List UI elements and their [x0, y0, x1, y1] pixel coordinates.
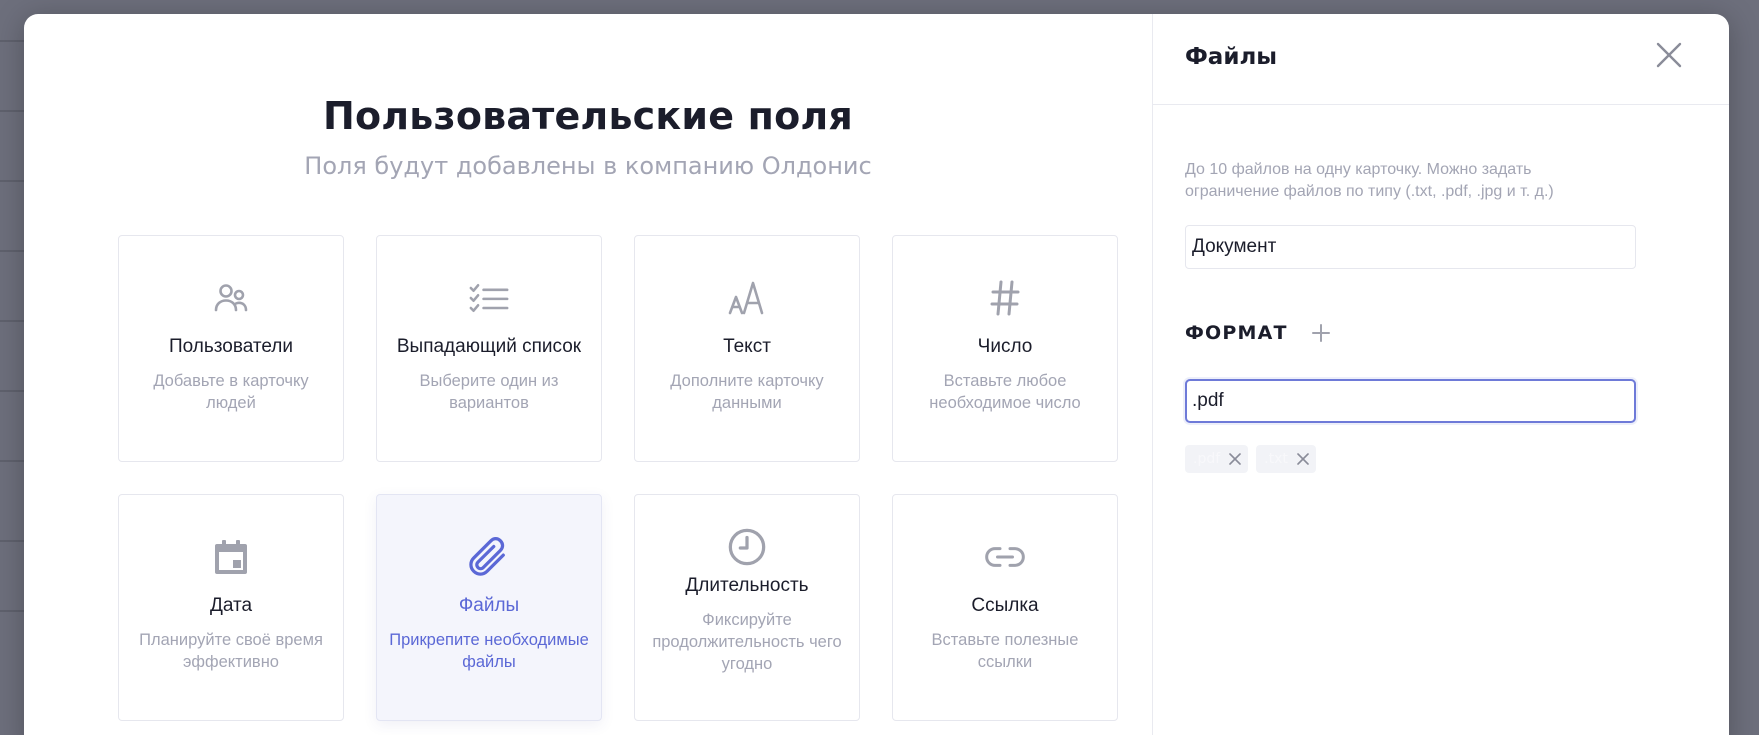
close-icon	[1229, 453, 1241, 465]
card-description: Вставьте полезные ссылки	[931, 631, 1079, 671]
format-tag-label: .pdf	[1193, 451, 1221, 467]
remove-tag-button[interactable]	[1296, 452, 1310, 466]
field-type-card-link[interactable]: Ссылка Вставьте полезные ссылки	[892, 494, 1118, 721]
custom-fields-modal: Пользовательские поля Поля будут добавле…	[24, 14, 1729, 735]
card-title: Ссылка	[971, 595, 1039, 616]
card-title: Файлы	[458, 595, 520, 616]
card-title: Пользователи	[168, 336, 293, 357]
field-type-card-number[interactable]: Число Вставьте любое необходимое число	[892, 235, 1118, 462]
card-description: Добавьте в карточку людей	[153, 372, 309, 412]
card-description: Вставьте любое необходимое число	[929, 372, 1081, 412]
clock-icon	[727, 527, 767, 567]
page-title: Пользовательские поля	[322, 94, 854, 138]
field-settings-panel: Файлы До 10 файлов на одну карточку. Мож…	[1152, 14, 1729, 735]
card-description: Планируйте своё время эффективно	[139, 631, 323, 671]
panel-title: Файлы	[1185, 44, 1278, 70]
field-type-card-text[interactable]: Текст Дополните карточку данными	[634, 235, 860, 462]
add-format-button[interactable]	[1310, 322, 1332, 344]
field-type-picker: Пользовательские поля Поля будут добавле…	[24, 14, 1152, 735]
format-input[interactable]	[1185, 379, 1636, 423]
card-title: Длительность	[685, 575, 809, 596]
field-type-card-users[interactable]: Пользователи Добавьте в карточку людей	[118, 235, 344, 462]
card-title: Текст	[723, 336, 771, 357]
format-tag-label: .txt	[1264, 451, 1288, 467]
format-label: ФОРМАТ	[1185, 322, 1288, 344]
format-section-header: ФОРМАТ	[1185, 322, 1332, 344]
card-title: Дата	[209, 595, 253, 616]
card-title: Выпадающий список	[396, 336, 582, 357]
hash-icon	[985, 278, 1025, 318]
close-icon	[1297, 453, 1309, 465]
card-title: Число	[977, 336, 1033, 357]
field-type-card-dropdown[interactable]: Выпадающий список Выберите один из вариа…	[376, 235, 602, 462]
page-subtitle: Поля будут добавлены в компанию Олдонис	[304, 152, 872, 180]
close-button[interactable]	[1653, 41, 1685, 73]
paperclip-icon	[469, 537, 509, 577]
panel-header: Файлы	[1153, 14, 1729, 105]
field-type-card-files[interactable]: Файлы Прикрепите необходимые файлы	[376, 494, 602, 721]
close-icon	[1656, 42, 1682, 72]
field-type-card-date[interactable]: Дата Планируйте своё время эффективно	[118, 494, 344, 721]
format-tag: .txt	[1256, 445, 1316, 473]
field-type-grid: Пользователи Добавьте в карточку людей В…	[118, 235, 1118, 721]
field-type-card-duration[interactable]: Длительность Фиксируйте продолжительност…	[634, 494, 860, 721]
remove-tag-button[interactable]	[1228, 452, 1242, 466]
checklist-icon	[469, 278, 509, 318]
files-hint: До 10 файлов на одну карточку. Можно зад…	[1185, 161, 1554, 200]
card-description: Выберите один из вариантов	[419, 372, 559, 412]
users-icon	[211, 278, 251, 318]
card-description: Фиксируйте продолжительность чего угодно	[652, 611, 842, 673]
card-description: Дополните карточку данными	[670, 372, 824, 412]
link-icon	[985, 537, 1025, 577]
card-description: Прикрепите необходимые файлы	[389, 631, 589, 671]
calendar-icon	[211, 537, 251, 577]
format-tag: .pdf	[1185, 445, 1249, 473]
format-tags: .pdf .txt	[1185, 445, 1316, 473]
field-name-input[interactable]	[1185, 225, 1636, 269]
plus-icon	[1311, 324, 1330, 342]
text-size-icon	[727, 278, 767, 318]
